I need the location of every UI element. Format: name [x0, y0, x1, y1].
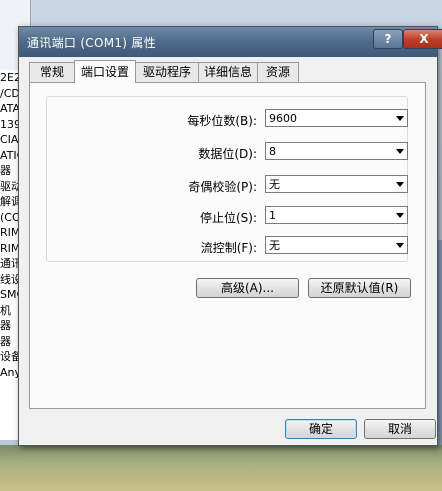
tab-general[interactable]: 常规	[29, 62, 75, 82]
restore-defaults-button[interactable]: 还原默认值(R)	[308, 278, 411, 298]
dialog-title: 通讯端口 (COM1) 属性	[27, 36, 157, 50]
setting-row-stop-bits: 停止位(S): 1	[47, 206, 408, 226]
advanced-button[interactable]: 高级(A)...	[196, 278, 299, 298]
tab-port-settings[interactable]: 端口设置	[74, 60, 136, 83]
parity-select[interactable]: 无	[265, 175, 408, 193]
baud-rate-select[interactable]: 9600	[265, 109, 408, 127]
ok-button[interactable]: 确定	[285, 419, 357, 439]
setting-row-parity: 奇偶校验(P): 无	[47, 175, 408, 195]
setting-row-data-bits: 数据位(D): 8	[47, 142, 408, 162]
chevron-down-icon	[396, 116, 404, 121]
title-bar[interactable]: 通讯端口 (COM1) 属性 ? X	[19, 27, 442, 57]
setting-row-baud: 每秒位数(B): 9600	[47, 109, 408, 129]
flow-control-label: 流控制(F):	[200, 241, 257, 255]
tab-details[interactable]: 详细信息	[198, 62, 258, 82]
desktop-background	[0, 445, 442, 491]
data-bits-select[interactable]: 8	[265, 142, 408, 160]
port-settings-panel: 每秒位数(B): 9600 数据位(D): 8 奇偶校验(P): 无 停止位(S…	[29, 82, 426, 409]
baud-rate-value: 9600	[269, 112, 297, 125]
chevron-down-icon	[396, 149, 404, 154]
settings-group: 每秒位数(B): 9600 数据位(D): 8 奇偶校验(P): 无 停止位(S…	[46, 96, 408, 262]
tab-resources[interactable]: 资源	[257, 62, 299, 82]
flow-control-select[interactable]: 无	[265, 236, 408, 254]
com-port-properties-dialog: 通讯端口 (COM1) 属性 ? X 常规 端口设置 驱动程序 详细信息 资源 …	[18, 26, 442, 446]
setting-row-flow-control: 流控制(F): 无	[47, 236, 408, 256]
chevron-down-icon	[396, 243, 404, 248]
parity-value: 无	[269, 178, 280, 191]
help-button[interactable]: ?	[373, 29, 403, 49]
chevron-down-icon	[396, 182, 404, 187]
stop-bits-label: 停止位(S):	[199, 211, 257, 225]
cancel-button[interactable]: 取消	[364, 419, 436, 439]
stop-bits-value: 1	[269, 209, 276, 222]
stop-bits-select[interactable]: 1	[265, 206, 408, 224]
tab-driver[interactable]: 驱动程序	[135, 62, 199, 82]
parity-label: 奇偶校验(P):	[188, 180, 257, 194]
flow-control-value: 无	[269, 239, 280, 252]
data-bits-value: 8	[269, 145, 276, 158]
chevron-down-icon	[396, 213, 404, 218]
close-button[interactable]: X	[403, 29, 442, 49]
baud-rate-label: 每秒位数(B):	[187, 114, 257, 128]
data-bits-label: 数据位(D):	[198, 147, 257, 161]
